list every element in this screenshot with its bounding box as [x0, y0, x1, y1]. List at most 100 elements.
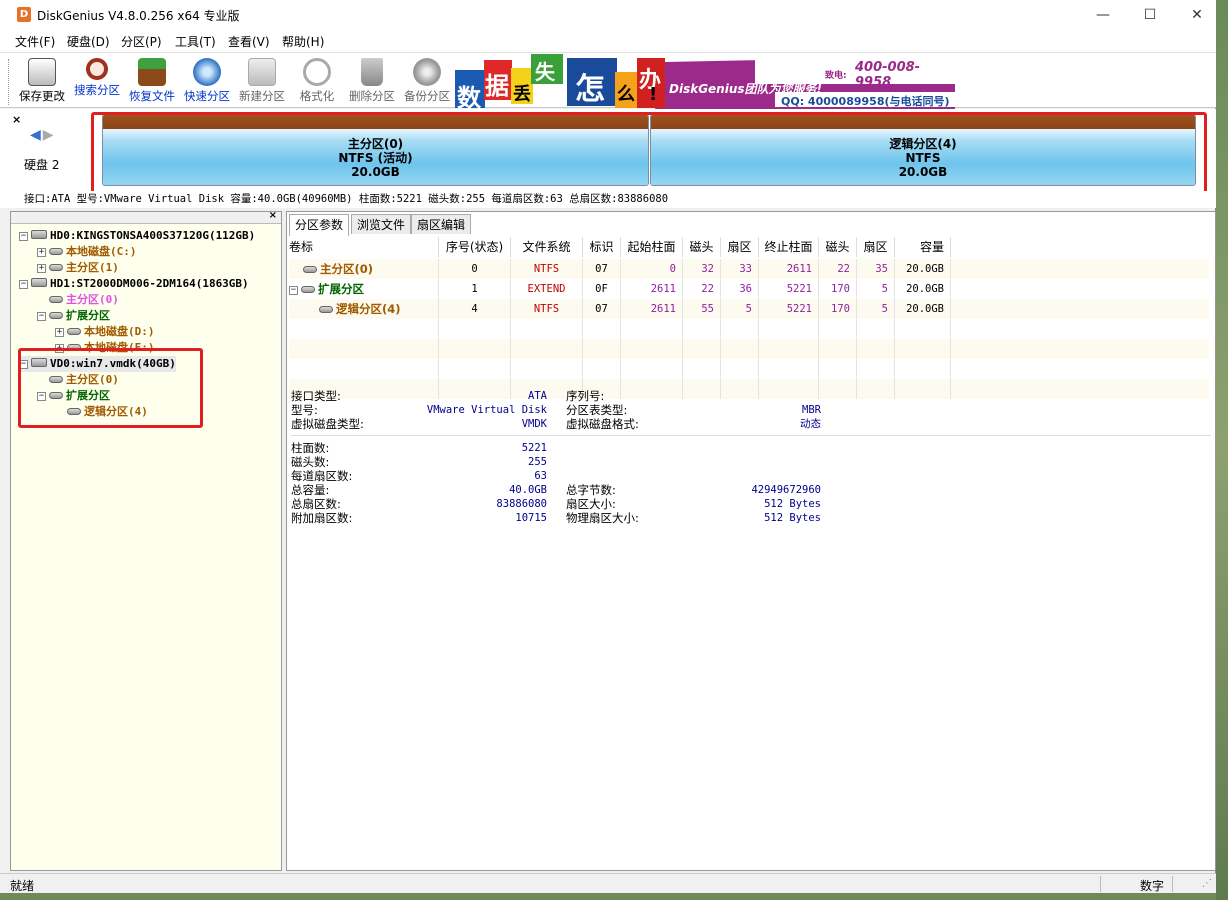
column-header[interactable]: 扇区 [721, 237, 759, 257]
column-header[interactable]: 标识 [583, 237, 621, 257]
minimize-button[interactable]: — [1080, 0, 1126, 30]
tree-extended[interactable]: − 扩展分区 [37, 308, 110, 324]
maximize-button[interactable]: ☐ [1127, 0, 1173, 30]
resize-grip-icon[interactable]: ⋰ [1202, 878, 1212, 889]
expand-icon[interactable]: + [37, 248, 46, 257]
search-partition-button[interactable]: 搜索分区 [70, 55, 124, 107]
save-icon [28, 58, 56, 86]
table-cell: 5 [857, 299, 895, 319]
expand-icon[interactable]: + [55, 328, 64, 337]
format-button[interactable]: 格式化 [290, 55, 344, 107]
save-changes-button[interactable]: 保存更改 [15, 55, 69, 107]
banner-phone-label: 致电: [825, 71, 847, 81]
empty-cell [857, 379, 895, 399]
highlight-frame [91, 112, 1207, 195]
collapse-icon[interactable]: − [19, 280, 28, 289]
menu-disk[interactable]: 硬盘(D) [67, 33, 110, 50]
backup-partition-button[interactable]: 备份分区 [400, 55, 454, 107]
close-icon[interactable]: × [269, 210, 277, 221]
expand-icon[interactable]: + [37, 264, 46, 273]
tree-disk-hd1[interactable]: − HD1:ST2000DM006-2DM164(1863GB) [19, 276, 249, 292]
tree-label: 本地磁盘(C:) [66, 245, 137, 258]
disk-nav-arrows[interactable]: ◀ ▶ [30, 127, 54, 143]
table-row[interactable]: 主分区(0) 0 NTFS 07 0 32 33 2611 22 35 20.0GB [289, 259, 1209, 279]
advertisement-banner[interactable]: 数 据 丢 失 怎 么 办 ! DiskGenius团队为您服务! 致电: 40… [455, 54, 955, 109]
empty-row [289, 359, 1209, 379]
empty-cell [819, 379, 857, 399]
tab-sector-edit[interactable]: 扇区编辑 [411, 214, 472, 234]
menu-view[interactable]: 查看(V) [228, 33, 270, 50]
toolbar-grip[interactable] [8, 59, 12, 105]
column-header[interactable]: 磁头 [683, 237, 721, 257]
title-bar: D DiskGenius V4.8.0.256 x64 专业版 — ☐ ✕ [0, 0, 1216, 30]
tree-partition-d[interactable]: + 本地磁盘(D:) [55, 324, 155, 340]
detail-value: 5221 [521, 442, 547, 454]
empty-cell [439, 339, 511, 359]
banner-char: 么 [617, 84, 635, 105]
detail-label: 总容量: [291, 483, 330, 497]
toolbar-label: 新建分区 [239, 89, 285, 103]
close-icon[interactable]: × [12, 113, 21, 126]
detail-value: 动态 [800, 418, 821, 430]
details-divider [291, 435, 1211, 436]
table-cell: 07 [583, 259, 621, 279]
table-cell: 33 [721, 259, 759, 279]
tree-partition-c[interactable]: + 本地磁盘(C:) [37, 244, 137, 260]
collapse-icon[interactable]: − [19, 232, 28, 241]
table-row[interactable]: 逻辑分区(4) 4 NTFS 07 2611 55 5 5221 170 5 20.0GB [289, 299, 1209, 319]
empty-cell [819, 359, 857, 379]
menu-partition[interactable]: 分区(P) [121, 33, 162, 50]
table-row[interactable]: − 扩展分区 1 EXTEND 0F 2611 22 36 5221 170 5 20.0GB [289, 279, 1209, 299]
column-header[interactable]: 卷标 [289, 237, 439, 257]
empty-cell [583, 339, 621, 359]
column-header[interactable]: 容量 [895, 237, 951, 257]
toolbar-label: 备份分区 [404, 89, 450, 103]
table-cell: NTFS [511, 299, 583, 319]
column-header[interactable]: 终止柱面 [759, 237, 819, 257]
tree-label: HD0:KINGSTONSA400S37120G(112GB) [50, 229, 256, 242]
numlock-indicator: 数字 [1140, 879, 1165, 893]
column-header[interactable]: 起始柱面 [621, 237, 683, 257]
column-header[interactable]: 文件系统 [511, 237, 583, 257]
column-header[interactable]: 序号(状态) [439, 237, 511, 257]
quick-partition-button[interactable]: 快速分区 [180, 55, 234, 107]
empty-row [289, 339, 1209, 359]
new-partition-button[interactable]: 新建分区 [235, 55, 289, 107]
banner-qq: QQ: 4000089958(与电话同号) [781, 95, 950, 108]
table-cell: 2611 [621, 279, 683, 299]
detail-value: 63 [534, 470, 547, 482]
menu-tools[interactable]: 工具(T) [175, 33, 216, 50]
collapse-icon[interactable]: − [289, 286, 298, 295]
menu-bar: 文件(F) 硬盘(D) 分区(P) 工具(T) 查看(V) 帮助(H) [0, 30, 1216, 52]
tree-disk-hd0[interactable]: − HD0:KINGSTONSA400S37120G(112GB) [19, 228, 255, 244]
tab-partition-params[interactable]: 分区参数 [289, 214, 350, 236]
recover-files-button[interactable]: 恢复文件 [125, 55, 179, 107]
prev-disk-icon[interactable]: ◀ [30, 127, 41, 143]
partition-label-cell: 主分区(0) [289, 259, 439, 279]
empty-cell [439, 379, 511, 399]
tab-browse-files[interactable]: 浏览文件 [351, 214, 412, 234]
tree-label: 主分区(0) [66, 293, 119, 306]
column-header[interactable]: 磁头 [819, 237, 857, 257]
table-cell: 22 [819, 259, 857, 279]
collapse-icon[interactable]: − [37, 312, 46, 321]
tree-partition-1[interactable]: + 主分区(1) [37, 260, 119, 276]
detail-value: 42949672960 [751, 484, 821, 496]
empty-cell [759, 339, 819, 359]
column-header[interactable]: 扇区 [857, 237, 895, 257]
table-cell: 36 [721, 279, 759, 299]
menu-file[interactable]: 文件(F) [15, 33, 55, 50]
next-disk-icon[interactable]: ▶ [43, 127, 54, 143]
menu-help[interactable]: 帮助(H) [282, 33, 324, 50]
empty-cell [583, 359, 621, 379]
table-cell: 5 [721, 299, 759, 319]
close-button[interactable]: ✕ [1174, 0, 1220, 30]
empty-cell [857, 359, 895, 379]
banner-char: 据 [485, 72, 509, 100]
delete-partition-button[interactable]: 删除分区 [345, 55, 399, 107]
empty-cell [683, 359, 721, 379]
table-cell: 32 [683, 259, 721, 279]
empty-cell [621, 339, 683, 359]
empty-cell [895, 339, 951, 359]
tree-partition-0[interactable]: 主分区(0) [37, 292, 119, 308]
